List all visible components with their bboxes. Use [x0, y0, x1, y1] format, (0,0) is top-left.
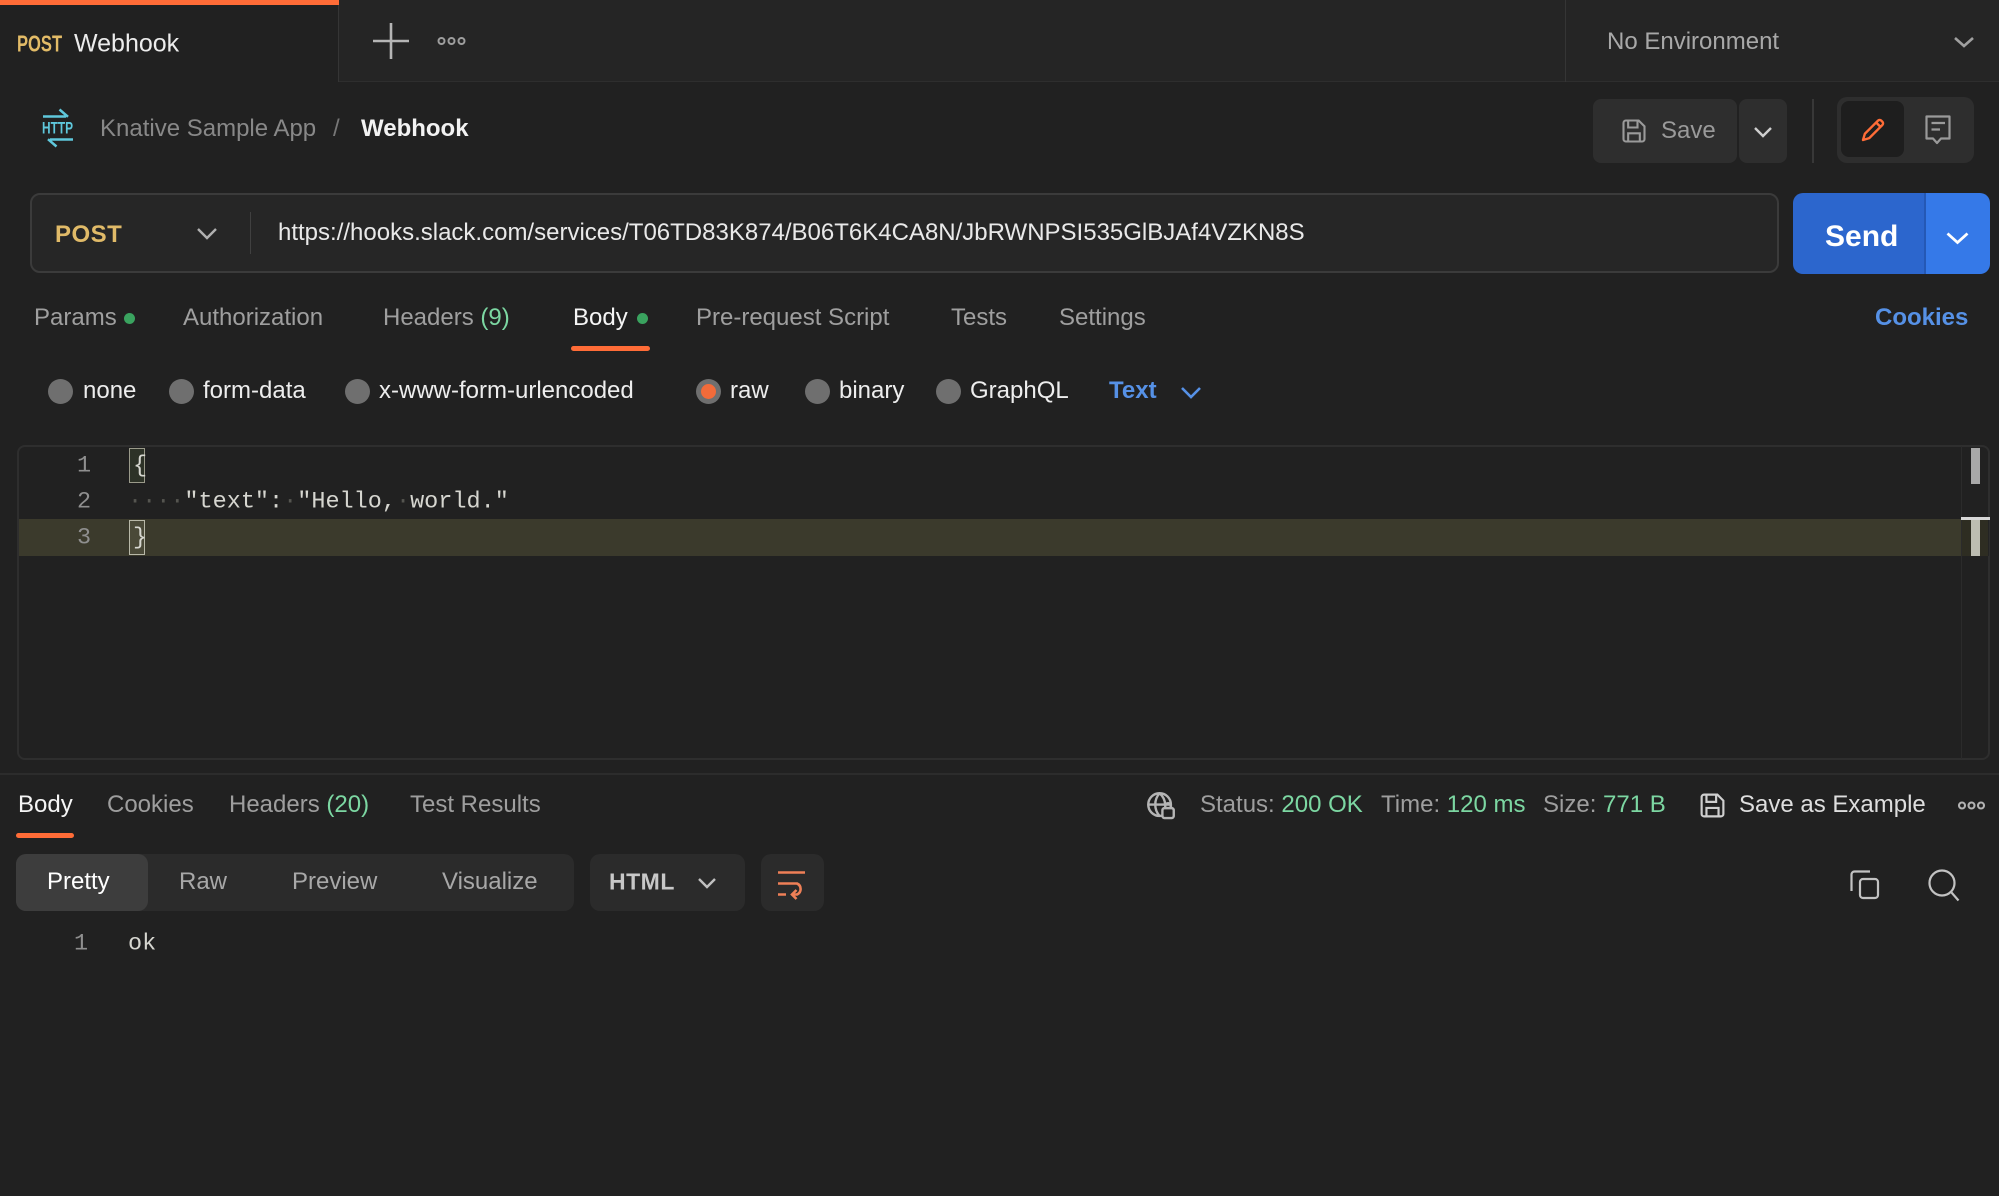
svg-text:HTTP: HTTP: [42, 120, 73, 138]
